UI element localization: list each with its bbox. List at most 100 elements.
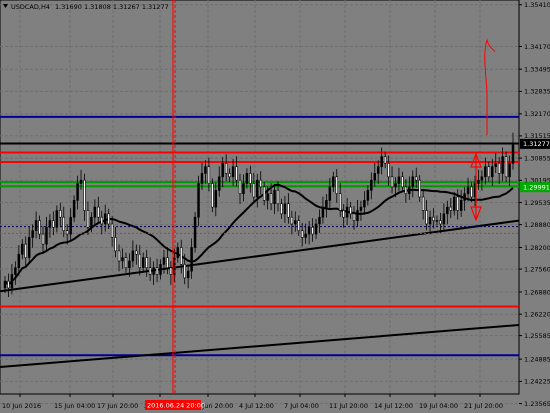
candle-body [456,196,459,211]
candle-body [45,227,48,245]
candle-body [180,247,183,265]
candle-body [349,206,352,215]
candle-body [207,166,211,184]
candle-body [135,250,138,255]
candle-body [497,163,501,174]
candle-body [138,253,142,269]
candle-body [52,220,55,228]
candle-body [162,257,166,265]
candle-body [93,206,97,218]
candle-body [470,186,473,198]
candle-body [10,274,14,289]
candle-body [27,237,31,258]
candle-body [401,176,404,188]
candle-body [48,220,52,228]
candle-body [453,196,456,211]
y-tick-label: 1.32170 [524,110,550,118]
y-tick-label: 1.23565 [524,400,550,408]
x-tick-label: 21 Jul 20:00 [464,402,503,410]
candle-body [145,257,148,269]
candle-body [484,166,487,178]
candle-body [186,270,190,279]
candle-body [103,213,107,225]
candle-body [332,176,335,188]
candle-body [300,230,304,238]
candle-body [463,193,466,201]
candle-body [249,173,252,184]
candle-body [79,179,83,184]
candle-body [449,206,453,211]
candle-body [491,166,494,178]
candle-body [435,220,439,222]
candle-body [190,247,193,272]
candle-body [273,189,276,205]
candle-body [290,216,294,225]
candle-body [21,243,24,255]
candle-body [304,233,307,238]
candle-body [283,203,287,215]
candle-body [404,186,408,194]
candle-body [376,166,380,174]
candle-body [110,223,114,238]
chart-background [0,0,550,413]
current-price-label: 1.31277 [523,140,550,148]
chart-header: USDCAD,H4 1.31690 1.31808 1.31267 1.3127… [3,3,169,11]
candle-body [439,220,442,225]
candle-body [238,179,242,194]
candle-body [325,200,328,208]
y-tick-label: 1.26880 [524,288,550,296]
candle-body [128,260,131,269]
candle-body [366,189,370,201]
candle-body [314,223,318,235]
candle-body [373,173,377,181]
x-tick-label: 17 Jun 20:00 [97,402,138,410]
chart-canvas[interactable]: 1.354101.341701.334951.328351.321701.315… [0,0,550,413]
candle-body [352,213,356,221]
y-tick-label: 1.28200 [524,244,550,252]
candle-body [124,257,128,269]
candle-body [166,257,169,269]
candle-body [7,280,10,289]
candle-body [100,216,104,225]
x-tick-label: 10 Jun 2016 [2,402,41,410]
candle-body [477,179,480,184]
candle-body [294,220,297,225]
candle-body [328,186,332,201]
candle-body [383,156,387,164]
candle-body [397,176,401,184]
candle-body [418,179,421,198]
y-tick-label: 1.25585 [524,332,550,340]
candle-body [155,267,159,275]
candle-body [3,280,7,289]
candle-body [428,216,432,225]
candle-body [408,186,411,194]
candle-body [370,179,373,191]
candle-body [307,227,311,235]
candle-body [342,210,345,218]
symbol-label: USDCAD,H4 [11,3,50,11]
candle-body [363,200,366,208]
candle-body [252,183,256,198]
candle-body [221,163,224,178]
candle-body [59,210,62,218]
candle-body [31,230,34,238]
candle-body [72,200,76,218]
candle-body [107,213,110,225]
candle-body [235,166,238,181]
candle-body [380,156,383,167]
y-tick-label: 1.24885 [524,355,550,363]
candle-body [256,179,259,198]
candle-body [34,220,38,231]
candle-body [41,233,45,245]
candle-body [394,183,397,188]
candle-body [176,247,180,258]
candle-body [421,196,425,211]
candle-body [86,210,90,228]
candle-body [262,186,266,201]
candle-body [97,206,100,218]
candle-body [62,216,65,231]
candle-body [69,216,72,235]
candle-body [345,206,349,218]
candle-body [14,267,17,275]
candle-body [218,176,221,191]
